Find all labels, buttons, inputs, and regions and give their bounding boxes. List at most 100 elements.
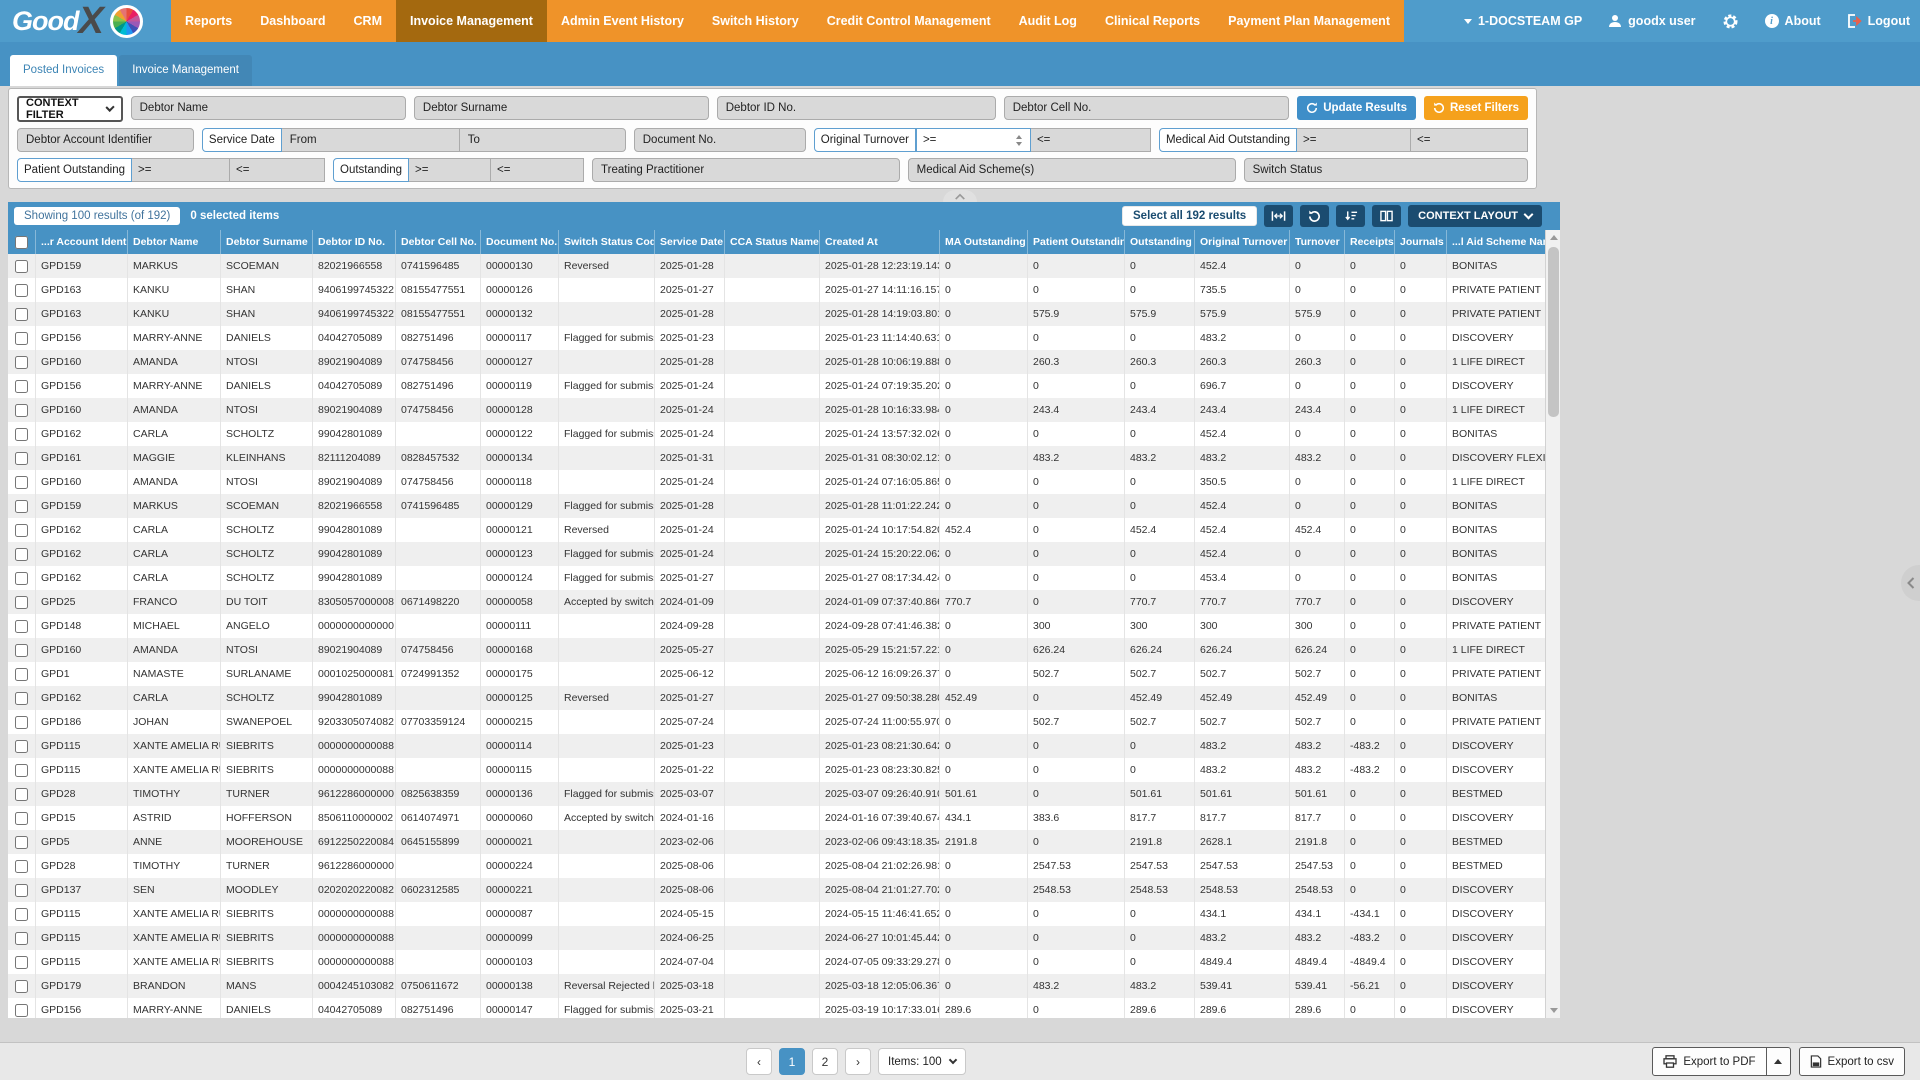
table-row[interactable]: GPD160 AMANDA NTOSI 89021904089 07475845… [8, 470, 1545, 494]
nav-item[interactable]: Admin Event History [547, 0, 698, 42]
header-scheme-name[interactable]: ...l Aid Scheme Name [1447, 230, 1545, 254]
table-row[interactable]: GPD115 XANTE AMELIA RUTH SIEBRITS 000000… [8, 950, 1545, 974]
nav-item[interactable]: Dashboard [246, 0, 339, 42]
table-row[interactable]: GPD159 MARKUS SCOEMAN 82021966558 074159… [8, 254, 1545, 278]
nav-item[interactable]: Reports [171, 0, 246, 42]
table-row[interactable]: GPD25 FRANCO DU TOIT 8305057000008 06714… [8, 590, 1545, 614]
row-checkbox[interactable] [15, 932, 28, 945]
row-checkbox[interactable] [15, 596, 28, 609]
table-row[interactable]: GPD156 MARRY-ANNE DANIELS 04042705089 08… [8, 326, 1545, 350]
row-checkbox[interactable] [15, 980, 28, 993]
export-pdf-menu-button[interactable] [1767, 1047, 1791, 1076]
row-checkbox[interactable] [15, 380, 28, 393]
table-row[interactable]: GPD186 JOHAN SWANEPOEL 9203305074082 077… [8, 710, 1545, 734]
table-row[interactable]: GPD115 XANTE AMELIA RUTH SIEBRITS 000000… [8, 902, 1545, 926]
treating-practitioner-input[interactable] [592, 158, 900, 182]
select-all-button[interactable]: Select all 192 results [1122, 206, 1257, 226]
row-checkbox[interactable] [15, 452, 28, 465]
table-row[interactable]: GPD115 XANTE AMELIA RUTH SIEBRITS 000000… [8, 758, 1545, 782]
debtor-name-input[interactable] [131, 96, 406, 120]
header-cca-status[interactable]: CCA Status Name [725, 230, 820, 254]
row-checkbox[interactable] [15, 428, 28, 441]
nav-item[interactable]: Invoice Management [396, 0, 547, 42]
nav-item[interactable]: Credit Control Management [813, 0, 1005, 42]
row-checkbox[interactable] [15, 788, 28, 801]
reset-filters-button[interactable]: Reset Filters [1424, 96, 1528, 120]
table-row[interactable]: GPD160 AMANDA NTOSI 89021904089 07475845… [8, 398, 1545, 422]
table-row[interactable]: GPD162 CARLA SCHOLTZ 99042801089 0000012… [8, 566, 1545, 590]
service-date-from-input[interactable] [282, 128, 460, 152]
page-button[interactable]: 1 [779, 1048, 805, 1075]
tab[interactable]: Posted Invoices [10, 55, 117, 86]
debtor-account-identifier-input[interactable] [17, 128, 194, 152]
context-filter-select[interactable]: CONTEXT FILTER [17, 96, 123, 122]
row-checkbox[interactable] [15, 716, 28, 729]
scroll-down-arrow[interactable] [1546, 1003, 1561, 1018]
row-checkbox[interactable] [15, 740, 28, 753]
row-checkbox[interactable] [15, 524, 28, 537]
row-checkbox[interactable] [15, 548, 28, 561]
outstanding-gte-field[interactable]: >= [409, 158, 491, 182]
row-checkbox[interactable] [15, 572, 28, 585]
header-account-identifier[interactable]: ...r Account Identifier [36, 230, 128, 254]
header-journals[interactable]: Journals [1395, 230, 1447, 254]
header-ma-outstanding[interactable]: MA Outstanding [940, 230, 1028, 254]
row-checkbox[interactable] [15, 500, 28, 513]
row-checkbox[interactable] [15, 260, 28, 273]
table-row[interactable]: GPD1 NAMASTE SURLANAME 0001025000081 072… [8, 662, 1545, 686]
row-checkbox[interactable] [15, 860, 28, 873]
nav-item[interactable]: Payment Plan Management [1214, 0, 1404, 42]
items-per-page-select[interactable]: Items: 100 [878, 1048, 966, 1075]
table-row[interactable]: GPD159 MARKUS SCOEMAN 82021966558 074159… [8, 494, 1545, 518]
header-debtor-cell[interactable]: Debtor Cell No. [396, 230, 481, 254]
export-csv-button[interactable]: Export to csv [1799, 1047, 1905, 1076]
table-row[interactable]: GPD162 CARLA SCHOLTZ 99042801089 0000012… [8, 422, 1545, 446]
context-layout-button[interactable]: CONTEXT LAYOUT [1408, 205, 1542, 227]
fit-columns-button[interactable] [1264, 205, 1293, 227]
header-created-at[interactable]: Created At [820, 230, 940, 254]
table-row[interactable]: GPD15 ASTRID HOFFERSON 8506110000002 061… [8, 806, 1545, 830]
table-row[interactable]: GPD156 MARRY-ANNE DANIELS 04042705089 08… [8, 998, 1545, 1018]
nav-item[interactable]: Switch History [698, 0, 813, 42]
document-no-input[interactable] [634, 128, 806, 152]
table-row[interactable]: GPD137 SEN MOODLEY 0202020220082 0602312… [8, 878, 1545, 902]
nav-item[interactable]: CRM [340, 0, 396, 42]
table-row[interactable]: GPD156 MARRY-ANNE DANIELS 04042705089 08… [8, 374, 1545, 398]
row-checkbox[interactable] [15, 1004, 28, 1017]
header-receipts[interactable]: Receipts [1345, 230, 1395, 254]
table-row[interactable]: GPD28 TIMOTHY TURNER 9612286000000 08256… [8, 782, 1545, 806]
row-checkbox[interactable] [15, 308, 28, 321]
table-row[interactable]: GPD148 MICHAEL ANGELO 0000000000000 0000… [8, 614, 1545, 638]
table-scrollbar[interactable] [1545, 230, 1560, 1018]
table-row[interactable]: GPD160 AMANDA NTOSI 89021904089 07475845… [8, 638, 1545, 662]
debtor-cell-input[interactable] [1004, 96, 1290, 120]
table-row[interactable]: GPD161 MAGGIE KLEINHANS 82111204089 0828… [8, 446, 1545, 470]
row-checkbox[interactable] [15, 668, 28, 681]
prev-page-button[interactable]: ‹ [746, 1048, 772, 1075]
row-checkbox[interactable] [15, 356, 28, 369]
row-checkbox[interactable] [15, 956, 28, 969]
header-patient-outstanding[interactable]: Patient Outstanding [1028, 230, 1125, 254]
header-debtor-surname[interactable]: Debtor Surname [221, 230, 313, 254]
goodx-logo[interactable]: GoodX [0, 0, 171, 42]
table-row[interactable]: GPD5 ANNE MOOREHOUSE 6912250220084 06451… [8, 830, 1545, 854]
header-original-turnover[interactable]: Original Turnover [1195, 230, 1290, 254]
debtor-surname-input[interactable] [414, 96, 709, 120]
outstanding-lte-field[interactable]: <= [491, 158, 584, 182]
service-date-to-input[interactable] [460, 128, 626, 152]
row-checkbox[interactable] [15, 812, 28, 825]
table-row[interactable]: GPD115 XANTE AMELIA RUTH SIEBRITS 000000… [8, 734, 1545, 758]
number-spinner[interactable] [1016, 135, 1024, 146]
debtor-id-input[interactable] [717, 96, 996, 120]
table-row[interactable]: GPD115 XANTE AMELIA RUTH SIEBRITS 000000… [8, 926, 1545, 950]
sort-button[interactable] [1336, 205, 1365, 227]
page-button[interactable]: 2 [812, 1048, 838, 1075]
row-checkbox[interactable] [15, 884, 28, 897]
row-checkbox[interactable] [15, 404, 28, 417]
header-debtor-name[interactable]: Debtor Name [128, 230, 221, 254]
row-checkbox[interactable] [15, 284, 28, 297]
settings-button[interactable] [1722, 13, 1739, 30]
scrollbar-thumb[interactable] [1548, 247, 1559, 417]
user-menu[interactable]: goodx user [1608, 14, 1695, 28]
ma-schemes-input[interactable] [908, 158, 1236, 182]
